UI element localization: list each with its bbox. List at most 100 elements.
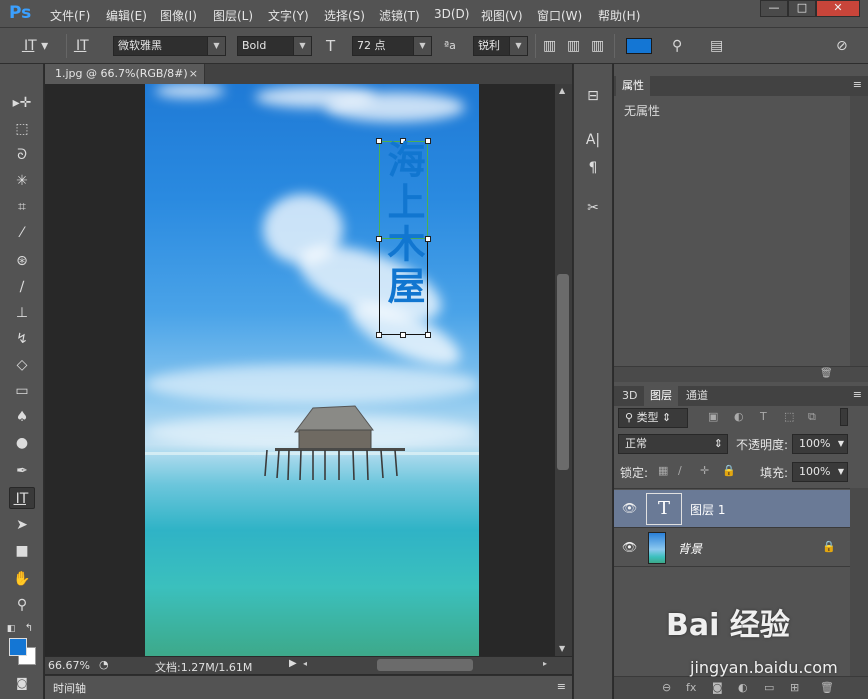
lock-position-icon[interactable]: ✛ <box>700 464 709 477</box>
menu-file[interactable]: 文件(F) <box>50 7 90 24</box>
tool-presets-panel-icon[interactable]: ✂ <box>582 198 604 218</box>
menu-edit[interactable]: 编辑(E) <box>106 7 147 24</box>
zoom-tool-icon[interactable]: ⚲ <box>9 594 35 616</box>
menu-help[interactable]: 帮助(H) <box>598 7 640 24</box>
paragraph-panel-icon[interactable]: ¶ <box>582 158 604 178</box>
text-orientation-toggle-icon[interactable]: I͟T <box>76 37 89 55</box>
close-window-button[interactable]: ✕ <box>816 0 860 17</box>
panel-menu-icon[interactable]: ≡ <box>557 680 566 693</box>
menu-type[interactable]: 文字(Y) <box>268 7 309 24</box>
align-top-icon[interactable]: ▥ <box>543 37 556 55</box>
add-mask-icon[interactable]: ◙ <box>712 681 723 694</box>
eraser-tool-icon[interactable]: ◇ <box>9 354 35 376</box>
hand-tool-icon[interactable]: ✋ <box>9 568 35 590</box>
menu-select[interactable]: 选择(S) <box>324 7 365 24</box>
scroll-down-icon[interactable]: ▼ <box>559 644 565 653</box>
layer-row-text[interactable]: 👁 T 图层 1 <box>614 490 850 528</box>
transform-handle[interactable] <box>425 332 431 338</box>
menu-layer[interactable]: 图层(L) <box>213 7 253 24</box>
vertical-scrollbar[interactable]: ▲ ▼ <box>555 84 572 656</box>
layers-scrollbar[interactable] <box>850 488 868 676</box>
font-style-select[interactable]: Bold ▼ <box>237 36 312 56</box>
minimize-button[interactable]: — <box>760 0 788 17</box>
font-size-select[interactable]: 72 点 ▼ <box>352 36 432 56</box>
eyedropper-tool-icon[interactable]: ⁄ <box>9 222 35 244</box>
type-tool-preset-icon[interactable]: I͟T ▾ <box>24 37 48 55</box>
adjustment-layer-icon[interactable]: ◐ <box>738 681 748 694</box>
new-group-icon[interactable]: ▭ <box>764 681 774 694</box>
align-bottom-icon[interactable]: ▥ <box>591 37 604 55</box>
visibility-eye-icon[interactable]: 👁 <box>622 501 637 515</box>
properties-scrollbar[interactable] <box>850 96 868 366</box>
lock-all-icon[interactable]: 🔒 <box>722 464 736 477</box>
layer-row-background[interactable]: 👁 背景 🔒 <box>614 529 850 567</box>
gradient-tool-icon[interactable]: ▭ <box>9 380 35 402</box>
vertical-scroll-thumb[interactable] <box>557 274 569 470</box>
maximize-button[interactable]: □ <box>788 0 816 17</box>
transform-handle[interactable] <box>400 332 406 338</box>
horizontal-scroll-thumb[interactable] <box>377 659 473 671</box>
font-family-select[interactable]: 微软雅黑 ▼ <box>113 36 226 56</box>
brush-tool-icon[interactable]: ∕ <box>9 276 35 298</box>
text-color-swatch[interactable] <box>626 38 652 54</box>
document-tab[interactable]: 1.jpg @ 66.7%(RGB/8#) × <box>45 64 205 84</box>
visibility-eye-icon[interactable]: 👁 <box>622 540 637 554</box>
marquee-tool-icon[interactable]: ⬚ <box>9 118 35 140</box>
rectangle-tool-icon[interactable]: ■ <box>9 540 35 562</box>
layer-name[interactable]: 图层 1 <box>690 501 725 518</box>
status-menu-arrow-icon[interactable]: ▶ <box>289 658 297 669</box>
dodge-tool-icon[interactable]: ● <box>9 432 35 454</box>
scroll-up-icon[interactable]: ▲ <box>559 86 565 95</box>
blur-tool-icon[interactable]: ♠ <box>9 406 35 428</box>
default-colors-icon[interactable]: ◧ <box>4 618 18 640</box>
antialias-select[interactable]: 锐利 ▼ <box>473 36 528 56</box>
vertical-type-tool-icon[interactable]: I͟T <box>9 487 35 509</box>
status-info-icon[interactable]: ◔ <box>99 658 109 671</box>
tab-layers[interactable]: 图层 <box>644 386 678 406</box>
scroll-right-icon[interactable]: ▸ <box>543 659 547 668</box>
zoom-level[interactable]: 66.67% <box>48 659 90 672</box>
menu-image[interactable]: 图像(I) <box>160 7 197 24</box>
align-center-icon[interactable]: ▥ <box>567 37 580 55</box>
cancel-icon[interactable]: ⊘ <box>836 37 848 55</box>
menu-window[interactable]: 窗口(W) <box>537 7 582 24</box>
canvas-area[interactable]: 海上木屋 <box>45 84 555 656</box>
new-layer-icon[interactable]: ⊞ <box>790 681 799 694</box>
crop-tool-icon[interactable]: ⌗ <box>9 196 35 218</box>
healing-brush-tool-icon[interactable]: ⊛ <box>9 250 35 272</box>
move-tool-icon[interactable]: ▸✛ <box>9 92 35 114</box>
history-brush-tool-icon[interactable]: ↯ <box>9 328 35 350</box>
delete-layer-icon[interactable]: 🗑 <box>820 681 834 694</box>
opacity-input[interactable]: 100% ▼ <box>792 434 848 454</box>
filter-type-icon[interactable]: T <box>760 410 767 423</box>
trash-icon[interactable]: 🗑 <box>820 368 833 379</box>
magic-wand-tool-icon[interactable]: ✳ <box>9 170 35 192</box>
character-panel-icon[interactable]: A| <box>582 130 604 150</box>
timeline-tab[interactable]: 时间轴 <box>53 680 86 696</box>
tab-channels[interactable]: 通道 <box>680 386 714 406</box>
panel-menu-icon[interactable]: ≡ <box>853 388 862 401</box>
menu-view[interactable]: 视图(V) <box>481 7 523 24</box>
path-selection-tool-icon[interactable]: ➤ <box>9 514 35 536</box>
clone-stamp-tool-icon[interactable]: ⊥ <box>9 302 35 324</box>
filter-adjustment-icon[interactable]: ◐ <box>734 410 744 423</box>
filter-smart-object-icon[interactable]: ⧉ <box>808 410 816 424</box>
close-tab-icon[interactable]: × <box>189 64 198 84</box>
warp-text-icon[interactable]: ⚲ <box>672 37 682 55</box>
quick-mask-icon[interactable]: ◙ <box>9 672 35 694</box>
filter-pixel-icon[interactable]: ▣ <box>708 410 718 423</box>
vertical-text-layer[interactable]: 海上木屋 <box>381 140 427 308</box>
lock-pixels-icon[interactable]: ∕ <box>678 464 682 477</box>
filter-shape-icon[interactable]: ⬚ <box>784 410 794 423</box>
lock-transparency-icon[interactable]: ▦ <box>658 464 668 477</box>
fill-input[interactable]: 100% ▼ <box>792 462 848 482</box>
menu-3d[interactable]: 3D(D) <box>434 7 469 21</box>
layer-name[interactable]: 背景 <box>678 540 702 557</box>
transform-handle[interactable] <box>376 332 382 338</box>
character-panel-icon[interactable]: ▤ <box>710 37 723 55</box>
filter-toggle[interactable] <box>840 408 848 426</box>
pen-tool-icon[interactable]: ✒ <box>9 460 35 482</box>
swap-colors-icon[interactable]: ↰ <box>22 618 36 640</box>
menu-filter[interactable]: 滤镜(T) <box>379 7 420 24</box>
tab-3d[interactable]: 3D <box>616 386 643 406</box>
